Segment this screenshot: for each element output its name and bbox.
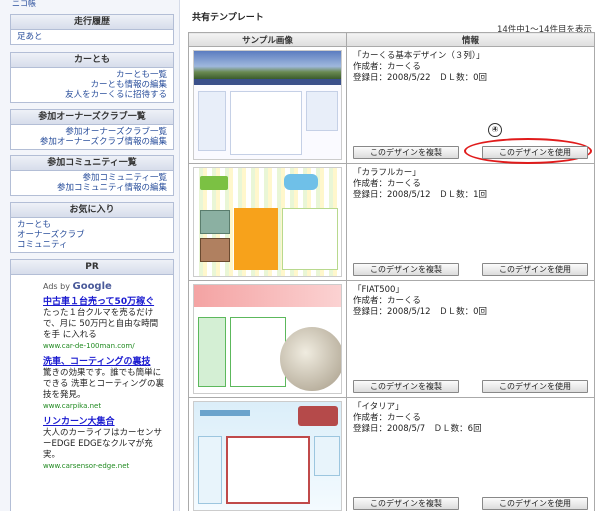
history-title: 走行履歴 — [11, 15, 173, 30]
ad-title[interactable]: 洗車、コーティングの裏技 — [43, 357, 165, 368]
table-row: 「FIAT500」 作成者：カーくる 登録日：2008/5/12 ＤＬ数：0回 … — [188, 280, 595, 398]
sidebar-item-footprints[interactable]: 足あと — [17, 32, 167, 42]
template-name: 「カーくる基本デザイン（３列）」 — [353, 51, 485, 61]
copy-design-button[interactable]: このデザインを複製 — [353, 263, 459, 276]
template-thumbnail[interactable] — [193, 401, 342, 511]
template-name: 「FIAT500」 — [353, 285, 404, 295]
column-header-info: 情報 — [346, 32, 595, 47]
use-design-button[interactable]: このデザインを使用 — [482, 380, 588, 393]
template-thumbnail[interactable] — [193, 167, 342, 277]
template-meta: 登録日：2008/5/12 ＤＬ数：0回 — [353, 307, 487, 317]
template-author: 作成者：カーくる — [353, 413, 421, 423]
use-design-button[interactable]: このデザインを使用 — [482, 263, 588, 276]
ad-url[interactable]: www.carsensor-edge.net — [43, 461, 165, 471]
use-design-button[interactable]: このデザインを使用 — [482, 497, 588, 510]
owners-title: 参加オーナーズクラブ一覧 — [11, 110, 173, 125]
template-thumbnail[interactable] — [193, 50, 342, 160]
ads-by-google[interactable]: Ads by Google — [11, 275, 173, 292]
cartomo-title: カーとも — [11, 53, 173, 68]
community-title: 参加コミュニティ一覧 — [11, 156, 173, 171]
column-header-sample: サンプル画像 — [188, 32, 347, 47]
pr-box: PR Ads by Google 中古車１台売って50万稼ぐ たった１台クルマを… — [10, 259, 174, 511]
sidebar-item-invite[interactable]: 友人をカーくるに招待する — [17, 90, 167, 100]
template-meta: 登録日：2008/5/12 ＤＬ数：1回 — [353, 190, 487, 200]
ad-item[interactable]: 中古車１台売って50万稼ぐ たった１台クルマを売るだけで、月に 50万円と自由な… — [11, 297, 173, 351]
step-marker: ④ — [488, 123, 502, 137]
table-row: 「イタリア」 作成者：カーくる 登録日：2008/5/7 ＤＬ数：6回 このデザ… — [188, 397, 595, 511]
ad-text: 驚きの効果です。誰でも簡単にできる 洗車とコーティングの裏技を発見。 — [43, 368, 165, 400]
template-author: 作成者：カーくる — [353, 179, 421, 189]
ad-text: 大人のカーライフはカーセンサーEDGE EDGEなクルマが充実。 — [43, 428, 163, 460]
pr-title: PR — [11, 260, 173, 275]
sidebar-item-fav-owners[interactable]: オーナーズクラブ — [17, 230, 167, 240]
ad-item[interactable]: 洗車、コーティングの裏技 驚きの効果です。誰でも簡単にできる 洗車とコーティング… — [11, 357, 173, 411]
sidebar-item-cartomo-edit[interactable]: カーとも情報の編集 — [17, 80, 167, 90]
use-design-button[interactable]: このデザインを使用 — [482, 146, 588, 159]
ad-url[interactable]: www.carpika.net — [43, 401, 165, 411]
ad-title[interactable]: リンカーン大集合 — [43, 417, 165, 428]
cartomo-box: カーとも カーとも一覧 カーとも情報の編集 友人をカーくるに招待する — [10, 52, 174, 103]
sidebar-item-community-edit[interactable]: 参加コミュニティ情報の編集 — [17, 183, 167, 193]
main-content: 共有テンプレート 14件中1～14件目を表示 サンプル画像 情報 「カーくる基本… — [180, 0, 600, 511]
community-box: 参加コミュニティ一覧 参加コミュニティ一覧 参加コミュニティ情報の編集 — [10, 155, 174, 196]
sidebar-item-fav-community[interactable]: コミュニティ — [17, 240, 167, 250]
ad-url[interactable]: www.car-de-100man.com/ — [43, 341, 165, 351]
page-title: 共有テンプレート — [192, 13, 264, 23]
sidebar: ニコ帳 走行履歴 足あと カーとも カーとも一覧 カーとも情報の編集 友人をカー… — [0, 0, 180, 511]
google-logo: Google — [72, 281, 112, 292]
template-table: サンプル画像 情報 「カーくる基本デザイン（３列）」 作成者：カーくる 登録日：… — [188, 32, 595, 511]
template-name: 「カラフルカー」 — [353, 168, 421, 178]
sidebar-item-owners-edit[interactable]: 参加オーナーズクラブ情報の編集 — [17, 137, 167, 147]
template-meta: 登録日：2008/5/7 ＤＬ数：6回 — [353, 424, 482, 434]
copy-design-button[interactable]: このデザインを複製 — [353, 146, 459, 159]
sidebar-top-link[interactable]: ニコ帳 — [12, 0, 36, 8]
sidebar-item-fav-cartomo[interactable]: カーとも — [17, 220, 167, 230]
template-thumbnail[interactable] — [193, 284, 342, 394]
sidebar-item-cartomo-list[interactable]: カーとも一覧 — [17, 70, 167, 80]
table-row: 「カラフルカー」 作成者：カーくる 登録日：2008/5/12 ＤＬ数：1回 こ… — [188, 163, 595, 281]
template-name: 「イタリア」 — [353, 402, 404, 412]
template-author: 作成者：カーくる — [353, 62, 421, 72]
template-meta: 登録日：2008/5/22 ＤＬ数：0回 — [353, 73, 487, 83]
copy-design-button[interactable]: このデザインを複製 — [353, 380, 459, 393]
template-author: 作成者：カーくる — [353, 296, 421, 306]
sidebar-item-community-list[interactable]: 参加コミュニティ一覧 — [17, 173, 168, 183]
table-row: 「カーくる基本デザイン（３列）」 作成者：カーくる 登録日：2008/5/22 … — [188, 46, 595, 164]
owners-box: 参加オーナーズクラブ一覧 参加オーナーズクラブ一覧 参加オーナーズクラブ情報の編… — [10, 109, 174, 150]
sidebar-item-owners-list[interactable]: 参加オーナーズクラブ一覧 — [17, 127, 167, 137]
history-box: 走行履歴 足あと — [10, 14, 174, 45]
copy-design-button[interactable]: このデザインを複製 — [353, 497, 459, 510]
ad-text: たった１台クルマを売るだけで、月に 50万円と自由な時間を手 に入れる — [43, 308, 159, 340]
favorites-box: お気に入り カーとも オーナーズクラブ コミュニティ — [10, 202, 174, 253]
ad-item[interactable]: リンカーン大集合 大人のカーライフはカーセンサーEDGE EDGEなクルマが充実… — [11, 417, 173, 471]
ad-title[interactable]: 中古車１台売って50万稼ぐ — [43, 297, 165, 308]
favorites-title: お気に入り — [11, 203, 173, 218]
